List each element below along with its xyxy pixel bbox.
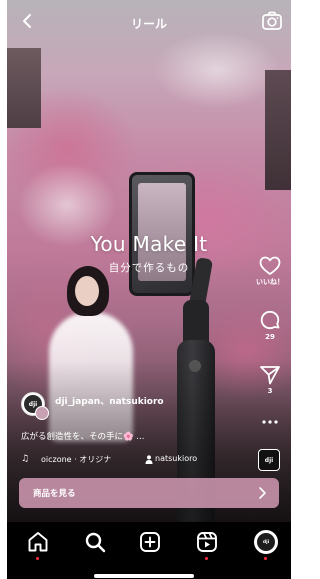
nav-create[interactable] [138, 530, 162, 554]
nav-search[interactable] [83, 530, 107, 554]
view-products-label: 商品を見る [33, 489, 76, 499]
create-icon [140, 532, 160, 552]
top-bar: リール [7, 8, 291, 36]
view-products-button[interactable]: 商品を見る [19, 478, 279, 508]
comment-action[interactable]: 29 [255, 310, 285, 341]
send-icon [260, 366, 280, 385]
more-horizontal-icon [262, 420, 278, 424]
notification-dot [205, 557, 208, 560]
reels-screen: You Make It 自分で作るもの リール いいね！ 29 3 dji dj… [7, 0, 291, 579]
home-indicator[interactable] [94, 574, 194, 578]
collab-avatar[interactable] [35, 406, 49, 420]
person-face [75, 276, 99, 306]
chevron-right-icon [259, 487, 266, 499]
home-icon [28, 532, 48, 552]
account-names[interactable]: dji_japan、natsukioro [55, 394, 164, 407]
music-title[interactable]: oiczone · オリジナ [41, 454, 141, 465]
search-icon [85, 532, 106, 553]
notification-dot [36, 557, 39, 560]
post-caption[interactable]: 広がる創造性を、その手に🌸 ... [21, 430, 144, 442]
reel-video[interactable]: You Make It 自分で作るもの [7, 0, 291, 522]
background-building [265, 70, 291, 190]
more-options-button[interactable] [255, 418, 285, 426]
person-icon [145, 455, 153, 464]
like-count: いいね！ [256, 278, 284, 286]
share-action[interactable]: 3 [255, 364, 285, 395]
account-row[interactable]: dji dji_japan、natsukioro [21, 392, 261, 420]
camera-button[interactable] [261, 10, 283, 32]
background-building [7, 48, 41, 128]
audio-thumbnail[interactable]: dji [258, 449, 280, 471]
profile-avatar-logo: dji [257, 533, 275, 551]
notification-dot [264, 557, 267, 560]
tagged-user[interactable]: natsukioro [155, 454, 197, 463]
video-overlay-title: You Make It [90, 232, 208, 256]
bottom-nav: dji [7, 522, 291, 579]
profile-avatar: dji [254, 530, 278, 554]
camera-icon [262, 11, 282, 30]
comment-icon [260, 310, 280, 330]
music-note-icon: ♫ [21, 454, 30, 464]
page-title: リール [130, 17, 167, 31]
nav-reels[interactable] [195, 530, 219, 560]
nav-home[interactable] [26, 530, 50, 560]
heart-icon [259, 256, 281, 275]
reels-icon [197, 532, 217, 552]
video-overlay-subtitle: 自分で作るもの [108, 262, 190, 274]
nav-profile[interactable]: dji [254, 530, 278, 560]
comment-count: 29 [265, 333, 275, 341]
like-action[interactable]: いいね！ [255, 256, 285, 287]
